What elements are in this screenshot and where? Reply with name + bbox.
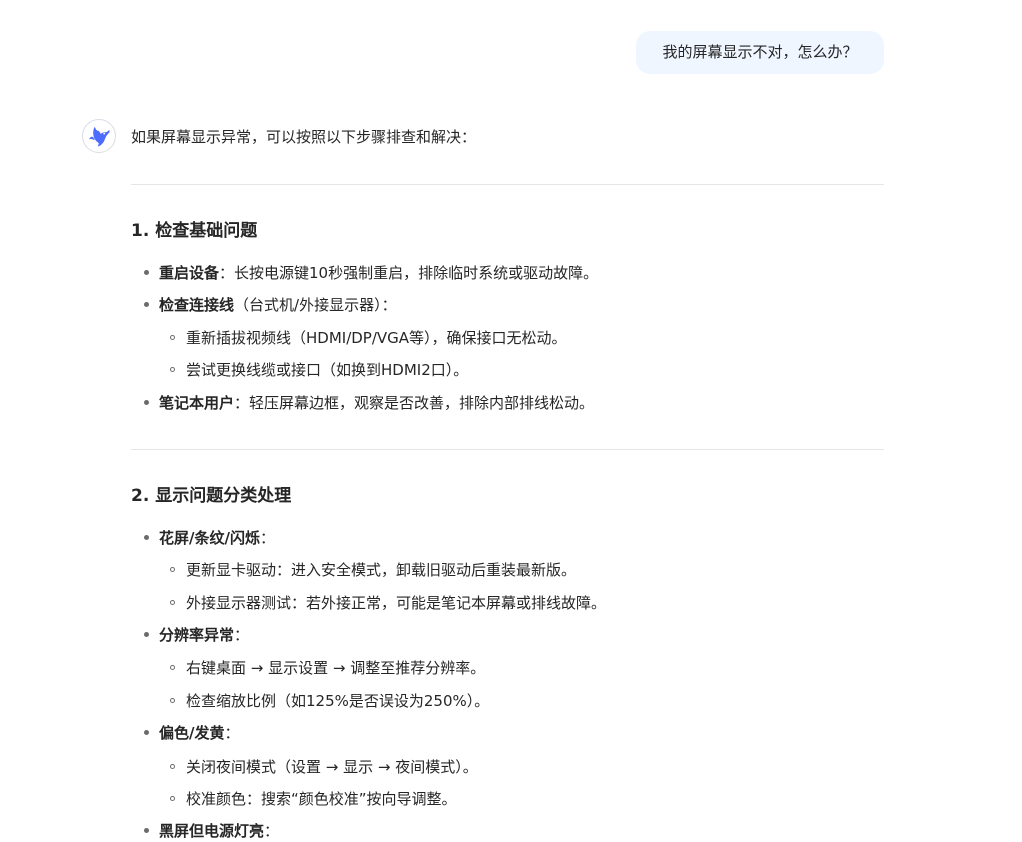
list-item: 花屏/条纹/闪烁： bbox=[159, 527, 275, 549]
sub-bullet-circle bbox=[170, 796, 175, 801]
list-item-text: ：长按电源键10秒强制重启，排除临时系统或驱动故障。 bbox=[219, 264, 599, 282]
section-heading: 2. 显示问题分类处理 bbox=[131, 486, 292, 506]
sub-bullet-circle bbox=[170, 367, 175, 372]
user-message-bubble: 我的屏幕显示不对，怎么办？ bbox=[636, 31, 884, 74]
list-item-label: 花屏/条纹/闪烁 bbox=[159, 529, 260, 547]
sub-list-item: 更新显卡驱动：进入安全模式，卸载旧驱动后重装最新版。 bbox=[186, 561, 577, 579]
list-item-label: 分辨率异常 bbox=[159, 626, 235, 644]
sub-list-item: 关闭夜间模式（设置 → 显示 → 夜间模式）。 bbox=[186, 758, 478, 776]
bullet-dot bbox=[144, 400, 149, 405]
sub-list-item: 重新插拔视频线（HDMI/DP/VGA等），确保接口无松动。 bbox=[186, 329, 567, 347]
sub-bullet-circle bbox=[170, 600, 175, 605]
list-item-text: （台式机/外接显示器）： bbox=[234, 296, 397, 314]
bullet-dot bbox=[144, 730, 149, 735]
list-item: 重启设备：长按电源键10秒强制重启，排除临时系统或驱动故障。 bbox=[159, 262, 598, 284]
sub-list-item: 校准颜色：搜索“颜色校准”按向导调整。 bbox=[186, 790, 457, 808]
bullet-dot bbox=[144, 302, 149, 307]
assistant-intro: 如果屏幕显示异常，可以按照以下步骤排查和解决： bbox=[131, 128, 477, 146]
sub-bullet-circle bbox=[170, 567, 175, 572]
list-item: 笔记本用户：轻压屏幕边框，观察是否改善，排除内部排线松动。 bbox=[159, 392, 594, 414]
list-item-label: 笔记本用户 bbox=[159, 394, 235, 412]
assistant-avatar bbox=[82, 119, 116, 153]
list-item-text: ： bbox=[234, 626, 250, 644]
sub-bullet-circle bbox=[170, 764, 175, 769]
list-item-text: ：轻压屏幕边框，观察是否改善，排除内部排线松动。 bbox=[234, 394, 595, 412]
list-item-label: 黑屏但电源灯亮 bbox=[159, 822, 265, 840]
whale-logo-icon bbox=[89, 127, 110, 147]
sub-list-item: 检查缩放比例（如125%是否误设为250%）。 bbox=[186, 692, 490, 710]
bullet-dot bbox=[144, 828, 149, 833]
bullet-dot bbox=[144, 632, 149, 637]
bullet-dot bbox=[144, 535, 149, 540]
list-item: 分辨率异常： bbox=[159, 624, 249, 646]
list-item-label: 偏色/发黄 bbox=[159, 724, 225, 742]
sub-list-item: 尝试更换线缆或接口（如换到HDMI2口）。 bbox=[186, 361, 469, 379]
list-item-text: ： bbox=[264, 822, 280, 840]
list-item-label: 重启设备 bbox=[159, 264, 220, 282]
list-item: 黑屏但电源灯亮： bbox=[159, 820, 279, 842]
sub-bullet-circle bbox=[170, 665, 175, 670]
sub-list-item: 外接显示器测试：若外接正常，可能是笔记本屏幕或排线故障。 bbox=[186, 594, 607, 612]
section-divider bbox=[131, 184, 884, 185]
section-heading: 1. 检查基础问题 bbox=[131, 221, 258, 241]
sub-bullet-circle bbox=[170, 335, 175, 340]
list-item: 检查连接线（台式机/外接显示器）： bbox=[159, 294, 397, 316]
list-item: 偏色/发黄： bbox=[159, 722, 240, 744]
sub-bullet-circle bbox=[170, 698, 175, 703]
list-item-text: ： bbox=[224, 724, 240, 742]
bullet-dot bbox=[144, 270, 149, 275]
list-item-label: 检查连接线 bbox=[159, 296, 235, 314]
list-item-text: ： bbox=[259, 529, 275, 547]
section-divider bbox=[131, 449, 884, 450]
sub-list-item: 右键桌面 → 显示设置 → 调整至推荐分辨率。 bbox=[186, 659, 486, 677]
